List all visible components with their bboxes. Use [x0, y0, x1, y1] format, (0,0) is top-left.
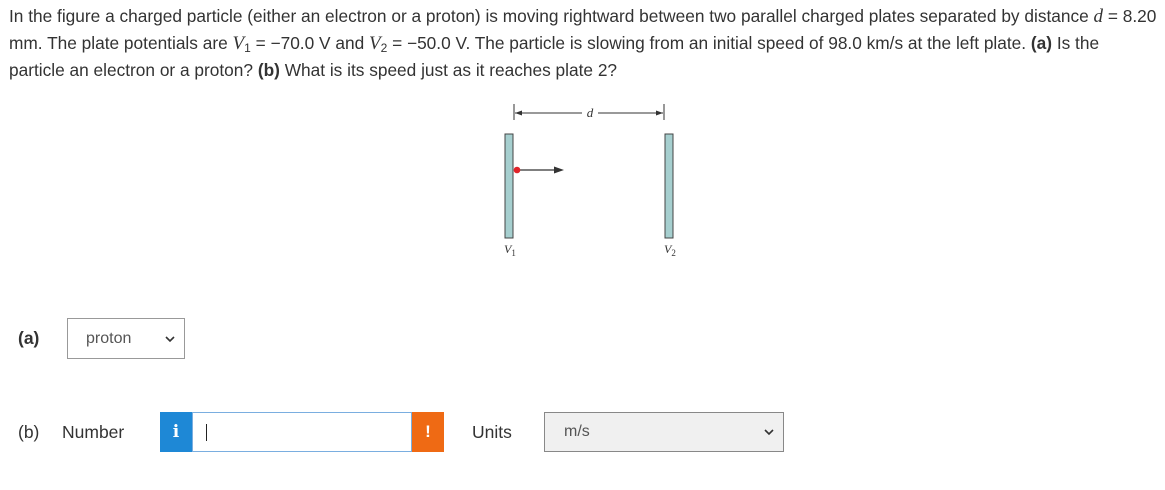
question-text: In the figure a charged particle (either…	[9, 6, 1157, 80]
number-label: Number	[62, 422, 125, 442]
velocity-arrowhead	[554, 166, 564, 174]
text-caret	[206, 424, 207, 441]
warning-icon[interactable]: !	[412, 412, 444, 452]
v1-label: V1	[504, 242, 516, 258]
v2-label: V2	[664, 242, 676, 258]
chevron-down-icon	[165, 335, 175, 342]
charged-particle	[513, 166, 521, 174]
part-a-label: (a)	[18, 328, 40, 348]
plate-1	[504, 133, 514, 239]
plate-2	[664, 133, 674, 239]
particle-type-select[interactable]: proton	[67, 318, 185, 359]
parallel-plates-figure: d V1 V2	[504, 104, 676, 258]
d-arrow-right	[656, 110, 663, 116]
chevron-down-icon	[764, 429, 774, 436]
part-b-label: (b)	[18, 422, 40, 442]
units-value: m/s	[564, 423, 590, 440]
d-label: d	[587, 105, 594, 120]
units-select[interactable]: m/s	[544, 412, 784, 452]
units-label: Units	[472, 422, 512, 442]
info-icon[interactable]: i	[160, 412, 192, 452]
particle-type-value: proton	[86, 329, 132, 347]
d-arrow-left	[515, 110, 522, 116]
number-input[interactable]	[192, 412, 412, 452]
